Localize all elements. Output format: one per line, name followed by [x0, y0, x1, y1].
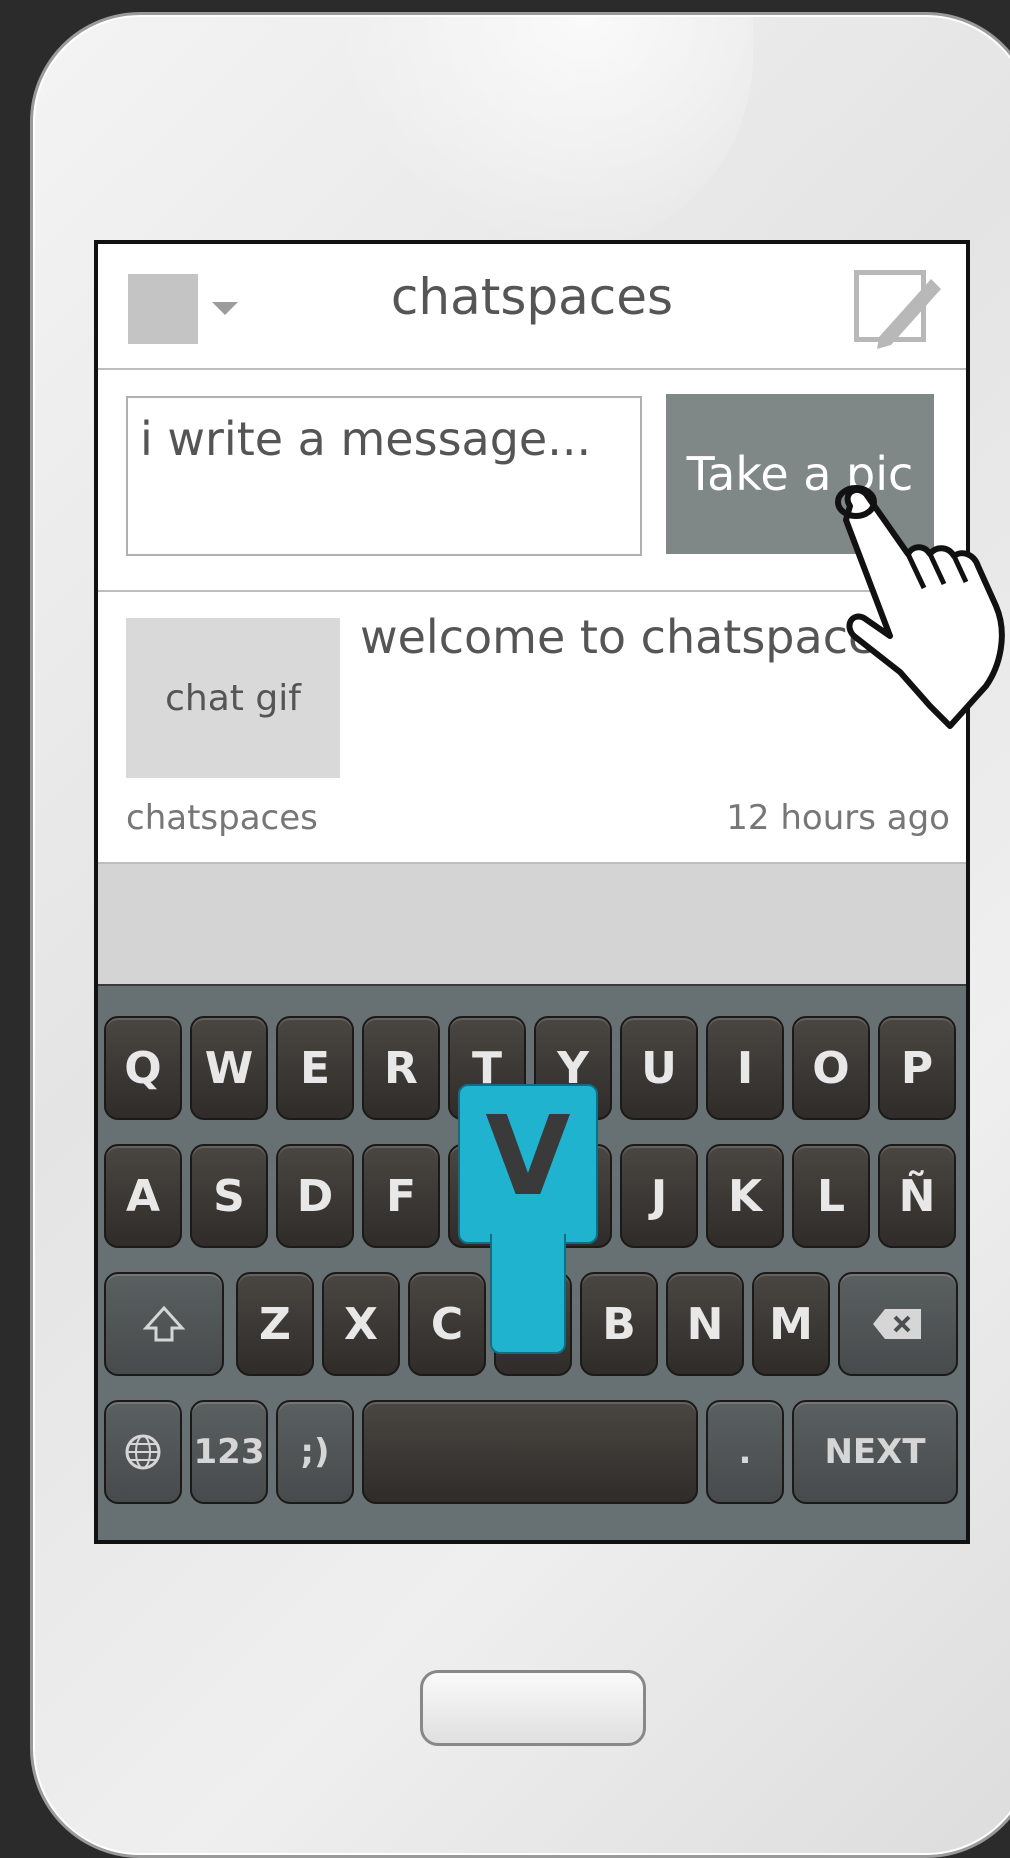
language-key[interactable]: [104, 1400, 182, 1504]
home-button[interactable]: [420, 1670, 646, 1746]
shift-key[interactable]: [104, 1272, 224, 1376]
empty-area: [98, 864, 966, 984]
key-d[interactable]: D: [276, 1144, 354, 1248]
key-x[interactable]: X: [322, 1272, 400, 1376]
key-k[interactable]: K: [706, 1144, 784, 1248]
backspace-key[interactable]: [838, 1272, 958, 1376]
period-key[interactable]: .: [706, 1400, 784, 1504]
key-a[interactable]: A: [104, 1144, 182, 1248]
key-e[interactable]: E: [276, 1016, 354, 1120]
key-u[interactable]: U: [620, 1016, 698, 1120]
key-r[interactable]: R: [362, 1016, 440, 1120]
key-ñ[interactable]: Ñ: [878, 1144, 956, 1248]
message-sender: chatspaces: [126, 798, 318, 838]
emoji-key[interactable]: ;): [276, 1400, 354, 1504]
key-z[interactable]: Z: [236, 1272, 314, 1376]
shift-icon: [142, 1305, 186, 1342]
key-o[interactable]: O: [792, 1016, 870, 1120]
key-m[interactable]: M: [752, 1272, 830, 1376]
numbers-key[interactable]: 123: [190, 1400, 268, 1504]
key-i[interactable]: I: [706, 1016, 784, 1120]
app-screen: chatspaces i write a message... Take a p…: [94, 240, 970, 1544]
key-q[interactable]: Q: [104, 1016, 182, 1120]
phone-sheen: [333, 15, 753, 255]
key-f[interactable]: F: [362, 1144, 440, 1248]
key-p[interactable]: P: [878, 1016, 956, 1120]
page-title: chatspaces: [390, 268, 674, 326]
key-b[interactable]: B: [580, 1272, 658, 1376]
next-key[interactable]: NEXT: [792, 1400, 958, 1504]
key-l[interactable]: L: [792, 1144, 870, 1248]
chat-gif-image: chat gif: [126, 618, 340, 778]
backspace-icon: [873, 1309, 921, 1339]
key-s[interactable]: S: [190, 1144, 268, 1248]
key-w[interactable]: W: [190, 1016, 268, 1120]
message-timestamp: 12 hours ago: [726, 798, 950, 838]
compose-icon[interactable]: [854, 270, 941, 349]
message-input[interactable]: i write a message...: [126, 396, 642, 556]
key-preview-popup: V: [458, 1084, 598, 1244]
space-bar[interactable]: [362, 1400, 698, 1504]
key-n[interactable]: N: [666, 1272, 744, 1376]
key-preview-stem: [490, 1234, 566, 1354]
hand-pointer-icon: [835, 485, 1005, 729]
key-c[interactable]: C: [408, 1272, 486, 1376]
app-header: chatspaces: [98, 244, 966, 370]
globe-icon: [125, 1434, 161, 1470]
key-j[interactable]: J: [620, 1144, 698, 1248]
